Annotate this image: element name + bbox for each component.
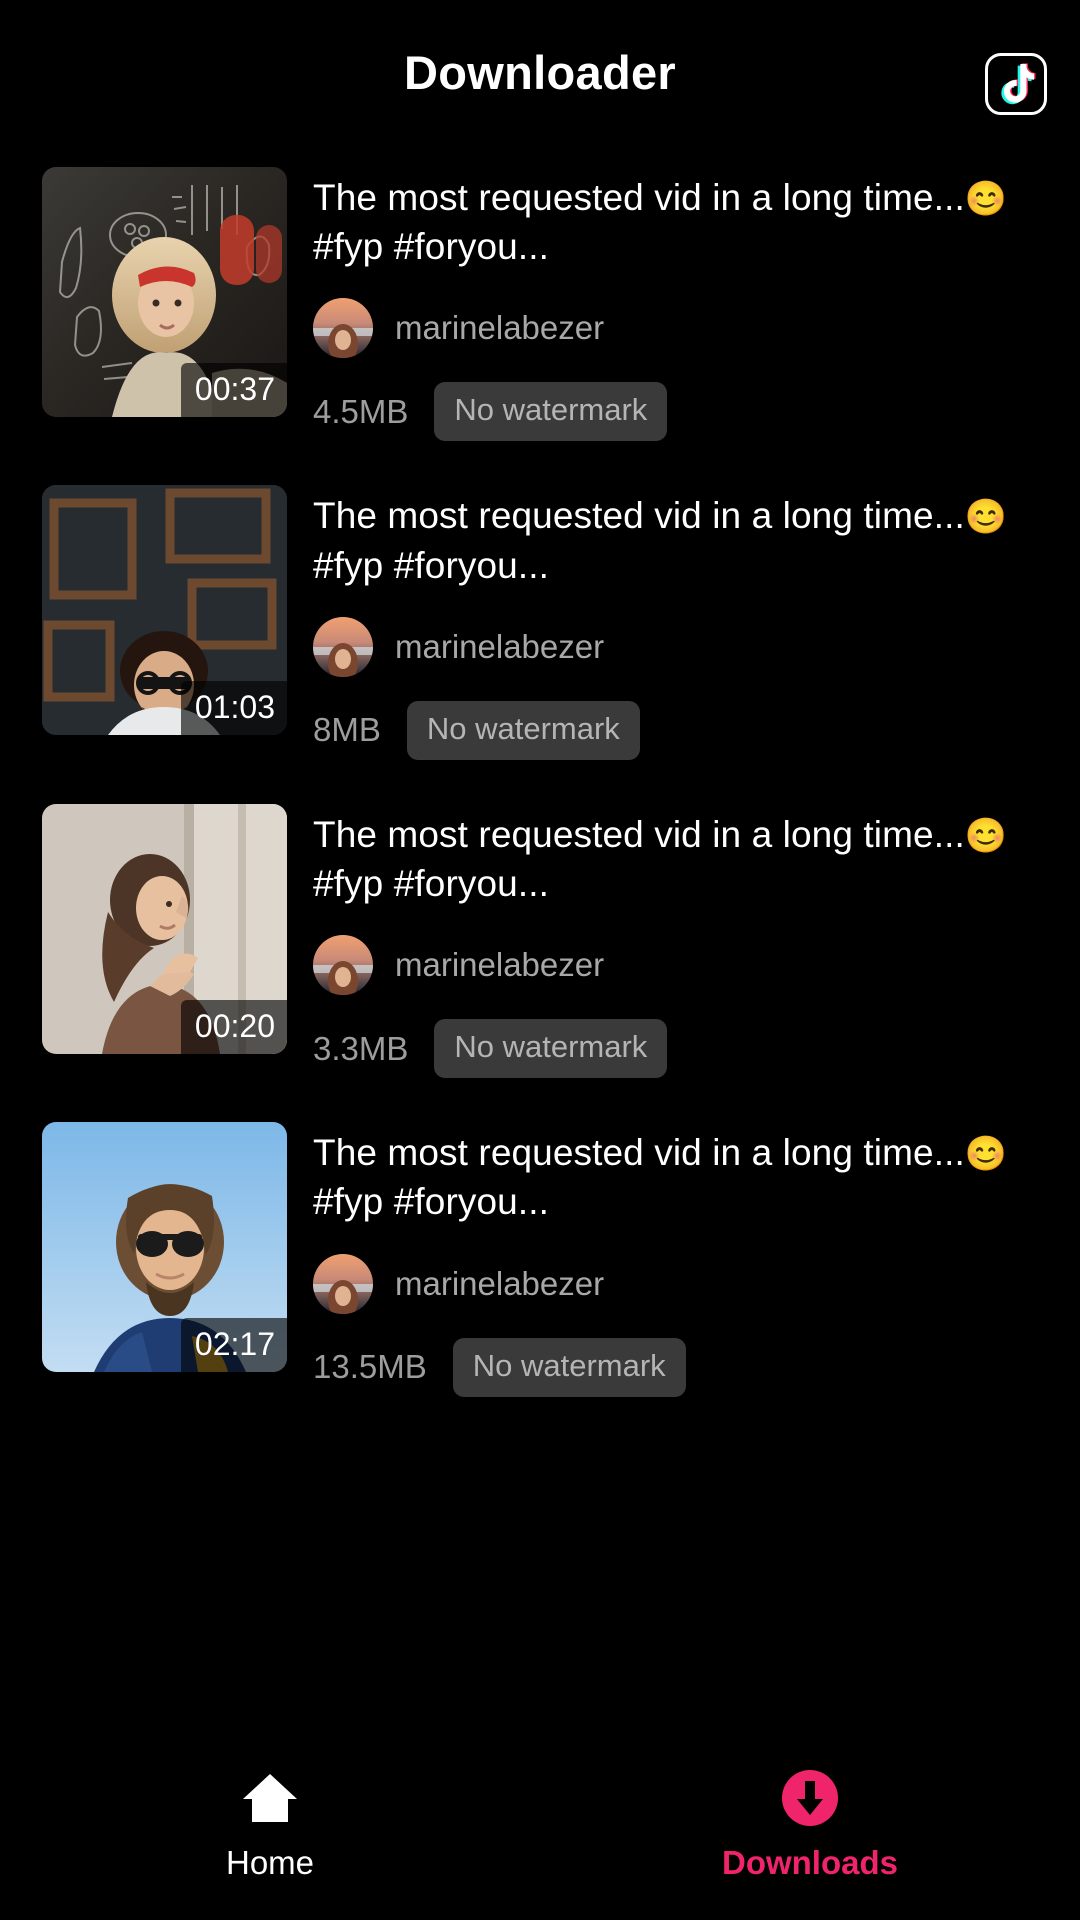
download-list-item[interactable]: 01:03 The most requested vid in a long t… (0, 463, 1080, 781)
download-item-details: The most requested vid in a long time...… (313, 1122, 1050, 1397)
download-item-details: The most requested vid in a long time...… (313, 485, 1050, 760)
video-title-line1: The most requested vid in a long (313, 495, 854, 537)
meta-row: 3.3MB No watermark (313, 1019, 1050, 1079)
video-title-line1: The most requested vid in a long (313, 813, 854, 855)
video-duration-badge: 00:37 (180, 363, 287, 417)
author-row[interactable]: marinelabezer (313, 616, 1050, 677)
download-item-details: The most requested vid in a long time...… (313, 167, 1050, 442)
video-title-line2-prefix: time... (863, 177, 965, 218)
video-thumbnail[interactable]: 00:37 (42, 167, 287, 417)
tiktok-logo-icon[interactable] (985, 53, 1047, 115)
nav-label-downloads: Downloads (721, 1844, 898, 1881)
avatar-image (313, 935, 373, 996)
file-size: 4.5MB (313, 392, 409, 430)
watermark-status-badge: No watermark (406, 700, 640, 760)
file-size: 13.5MB (313, 1348, 427, 1386)
video-title: The most requested vid in a long time...… (313, 810, 1050, 908)
download-item-details: The most requested vid in a long time...… (313, 804, 1050, 1079)
nav-item-home[interactable]: Home (0, 1730, 540, 1920)
video-title-hashtags: #fyp #foryou... (313, 1181, 549, 1223)
video-duration-badge: 01:03 (180, 681, 287, 736)
meta-row: 8MB No watermark (313, 700, 1050, 760)
video-title-hashtags: #fyp #foryou... (313, 544, 549, 586)
video-title-hashtags: #fyp #foryou... (313, 226, 549, 268)
video-thumbnail[interactable]: 00:20 (42, 803, 287, 1054)
author-row[interactable]: marinelabezer (313, 298, 1050, 359)
author-username[interactable]: marinelabezer (395, 1265, 604, 1303)
download-list-item[interactable]: 00:20 The most requested vid in a long t… (0, 782, 1080, 1100)
avatar-image (313, 616, 373, 677)
watermark-status-badge: No watermark (452, 1337, 686, 1397)
watermark-status-badge: No watermark (434, 1019, 668, 1079)
downloads-list: 00:37 The most requested vid in a long t… (0, 145, 1080, 1419)
video-duration-badge: 00:20 (180, 999, 287, 1054)
page-title: Downloader (404, 46, 676, 99)
author-username[interactable]: marinelabezer (395, 946, 604, 984)
app-header: Downloader (0, 0, 1080, 145)
meta-row: 13.5MB No watermark (313, 1337, 1050, 1397)
avatar-image (313, 1253, 373, 1314)
download-list-item[interactable]: 00:37 The most requested vid in a long t… (0, 145, 1080, 463)
nav-label-home: Home (225, 1844, 315, 1881)
smiling-face-emoji: 😊 (964, 816, 1008, 855)
avatar[interactable] (313, 616, 373, 677)
video-title-hashtags: #fyp #foryou... (313, 863, 549, 905)
video-title-line1: The most requested vid in a long (313, 177, 854, 218)
smiling-face-emoji: 😊 (964, 180, 1008, 218)
video-thumbnail[interactable]: 02:17 (42, 1122, 287, 1373)
meta-row: 4.5MB No watermark (313, 382, 1050, 442)
smiling-face-emoji: 😊 (964, 498, 1008, 537)
video-title-line2-prefix: time... (863, 495, 965, 537)
video-duration-badge: 02:17 (180, 1318, 287, 1373)
file-size: 8MB (313, 711, 381, 749)
video-title: The most requested vid in a long time...… (313, 173, 1050, 271)
avatar[interactable] (313, 1253, 373, 1314)
avatar-image (313, 298, 373, 359)
video-title-line2-prefix: time... (863, 813, 965, 855)
smiling-face-emoji: 😊 (964, 1135, 1008, 1174)
home-icon (239, 1768, 301, 1828)
author-row[interactable]: marinelabezer (313, 935, 1050, 996)
file-size: 3.3MB (313, 1029, 409, 1067)
watermark-status-badge: No watermark (434, 382, 668, 442)
nav-item-downloads[interactable]: Downloads (540, 1730, 1080, 1920)
author-username[interactable]: marinelabezer (395, 309, 604, 347)
download-list-item[interactable]: 02:17 The most requested vid in a long t… (0, 1100, 1080, 1418)
video-title-line2-prefix: time... (863, 1132, 965, 1174)
avatar[interactable] (313, 935, 373, 996)
download-circle-icon (781, 1768, 839, 1828)
avatar[interactable] (313, 298, 373, 359)
author-row[interactable]: marinelabezer (313, 1253, 1050, 1314)
video-title: The most requested vid in a long time...… (313, 1128, 1050, 1226)
video-title: The most requested vid in a long time...… (313, 491, 1050, 589)
video-thumbnail[interactable]: 01:03 (42, 485, 287, 736)
bottom-navigation-bar: Home Downloads (0, 1730, 1080, 1920)
author-username[interactable]: marinelabezer (395, 628, 604, 666)
video-title-line1: The most requested vid in a long (313, 1132, 854, 1174)
